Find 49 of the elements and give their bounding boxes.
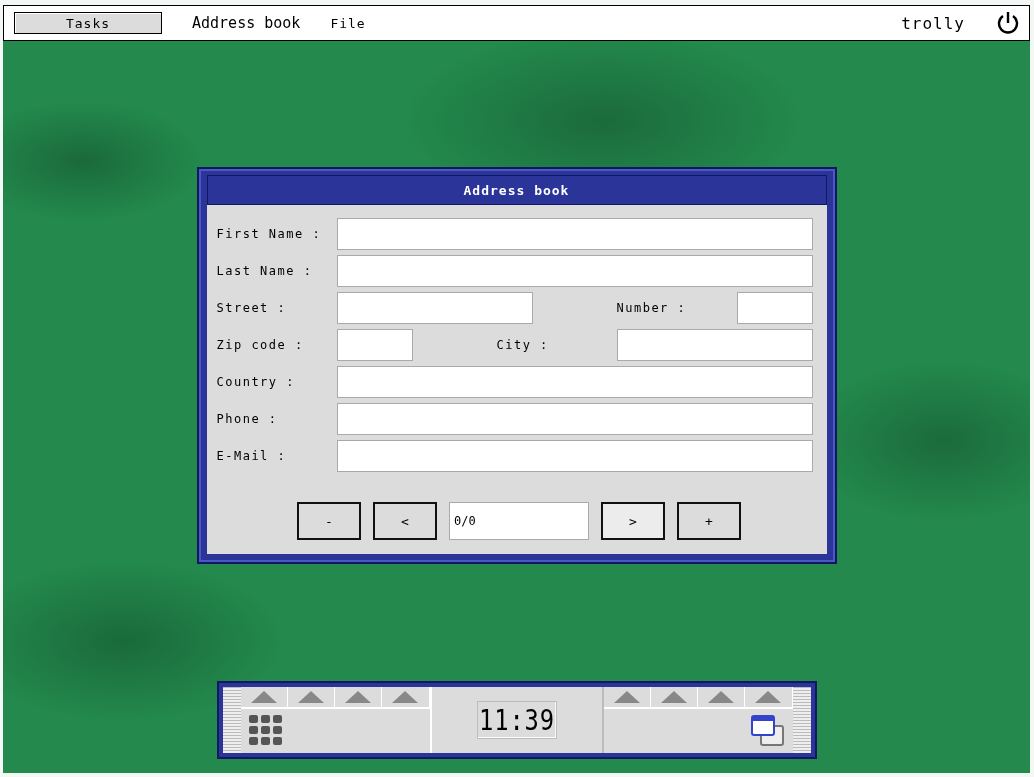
field-label: E-Mail : xyxy=(216,449,288,463)
up-triangle-icon xyxy=(250,691,277,703)
menu-item[interactable]: File xyxy=(330,15,366,31)
input-field[interactable] xyxy=(336,366,813,398)
input-field[interactable] xyxy=(336,403,813,435)
arrow-button[interactable] xyxy=(287,687,335,709)
input-field[interactable] xyxy=(336,292,533,324)
arrow-button[interactable] xyxy=(240,687,288,709)
field-label: Zip code : xyxy=(216,338,305,352)
field-label: Street : xyxy=(216,301,288,315)
nav-button[interactable]: < xyxy=(373,502,437,540)
up-triangle-icon xyxy=(297,691,324,703)
digital-clock: 11:39 xyxy=(476,701,557,739)
field-label: Country : xyxy=(216,375,297,389)
up-triangle-icon xyxy=(613,691,640,703)
input-field[interactable] xyxy=(336,440,813,472)
grille xyxy=(222,687,241,753)
arrow-button[interactable] xyxy=(382,687,430,709)
field-label: Last Name : xyxy=(216,264,314,278)
app-name: Address book xyxy=(192,14,301,32)
arrow-button[interactable] xyxy=(698,687,746,709)
up-triangle-icon xyxy=(755,691,782,703)
nav-button[interactable]: + xyxy=(677,502,741,540)
up-triangle-icon xyxy=(345,691,372,703)
arrow-button[interactable] xyxy=(603,687,651,709)
input-field[interactable] xyxy=(336,329,413,361)
field-label: First Name : xyxy=(216,227,323,241)
apps-grid-icon[interactable] xyxy=(248,715,283,747)
user-name: trolly xyxy=(901,13,965,33)
power-icon[interactable] xyxy=(995,10,1021,36)
window-title: Address book xyxy=(206,175,827,205)
field-label: Number : xyxy=(616,301,688,315)
nav-button[interactable]: - xyxy=(297,502,361,540)
input-field[interactable] xyxy=(336,218,813,250)
arrow-button[interactable] xyxy=(335,687,383,709)
field-label: City : xyxy=(496,338,550,352)
windows-icon[interactable] xyxy=(750,715,785,747)
arrow-button[interactable] xyxy=(745,687,793,709)
tasks-button[interactable]: Tasks xyxy=(14,12,162,34)
up-triangle-icon xyxy=(708,691,735,703)
input-field[interactable] xyxy=(616,329,813,361)
input-field[interactable] xyxy=(736,292,813,324)
up-triangle-icon xyxy=(660,691,687,703)
input-field[interactable] xyxy=(336,255,813,287)
arrow-button[interactable] xyxy=(650,687,698,709)
up-triangle-icon xyxy=(392,691,419,703)
field-label: Phone : xyxy=(216,412,279,426)
nav-button[interactable]: > xyxy=(601,502,665,540)
record-counter: 0/0 xyxy=(449,502,589,540)
